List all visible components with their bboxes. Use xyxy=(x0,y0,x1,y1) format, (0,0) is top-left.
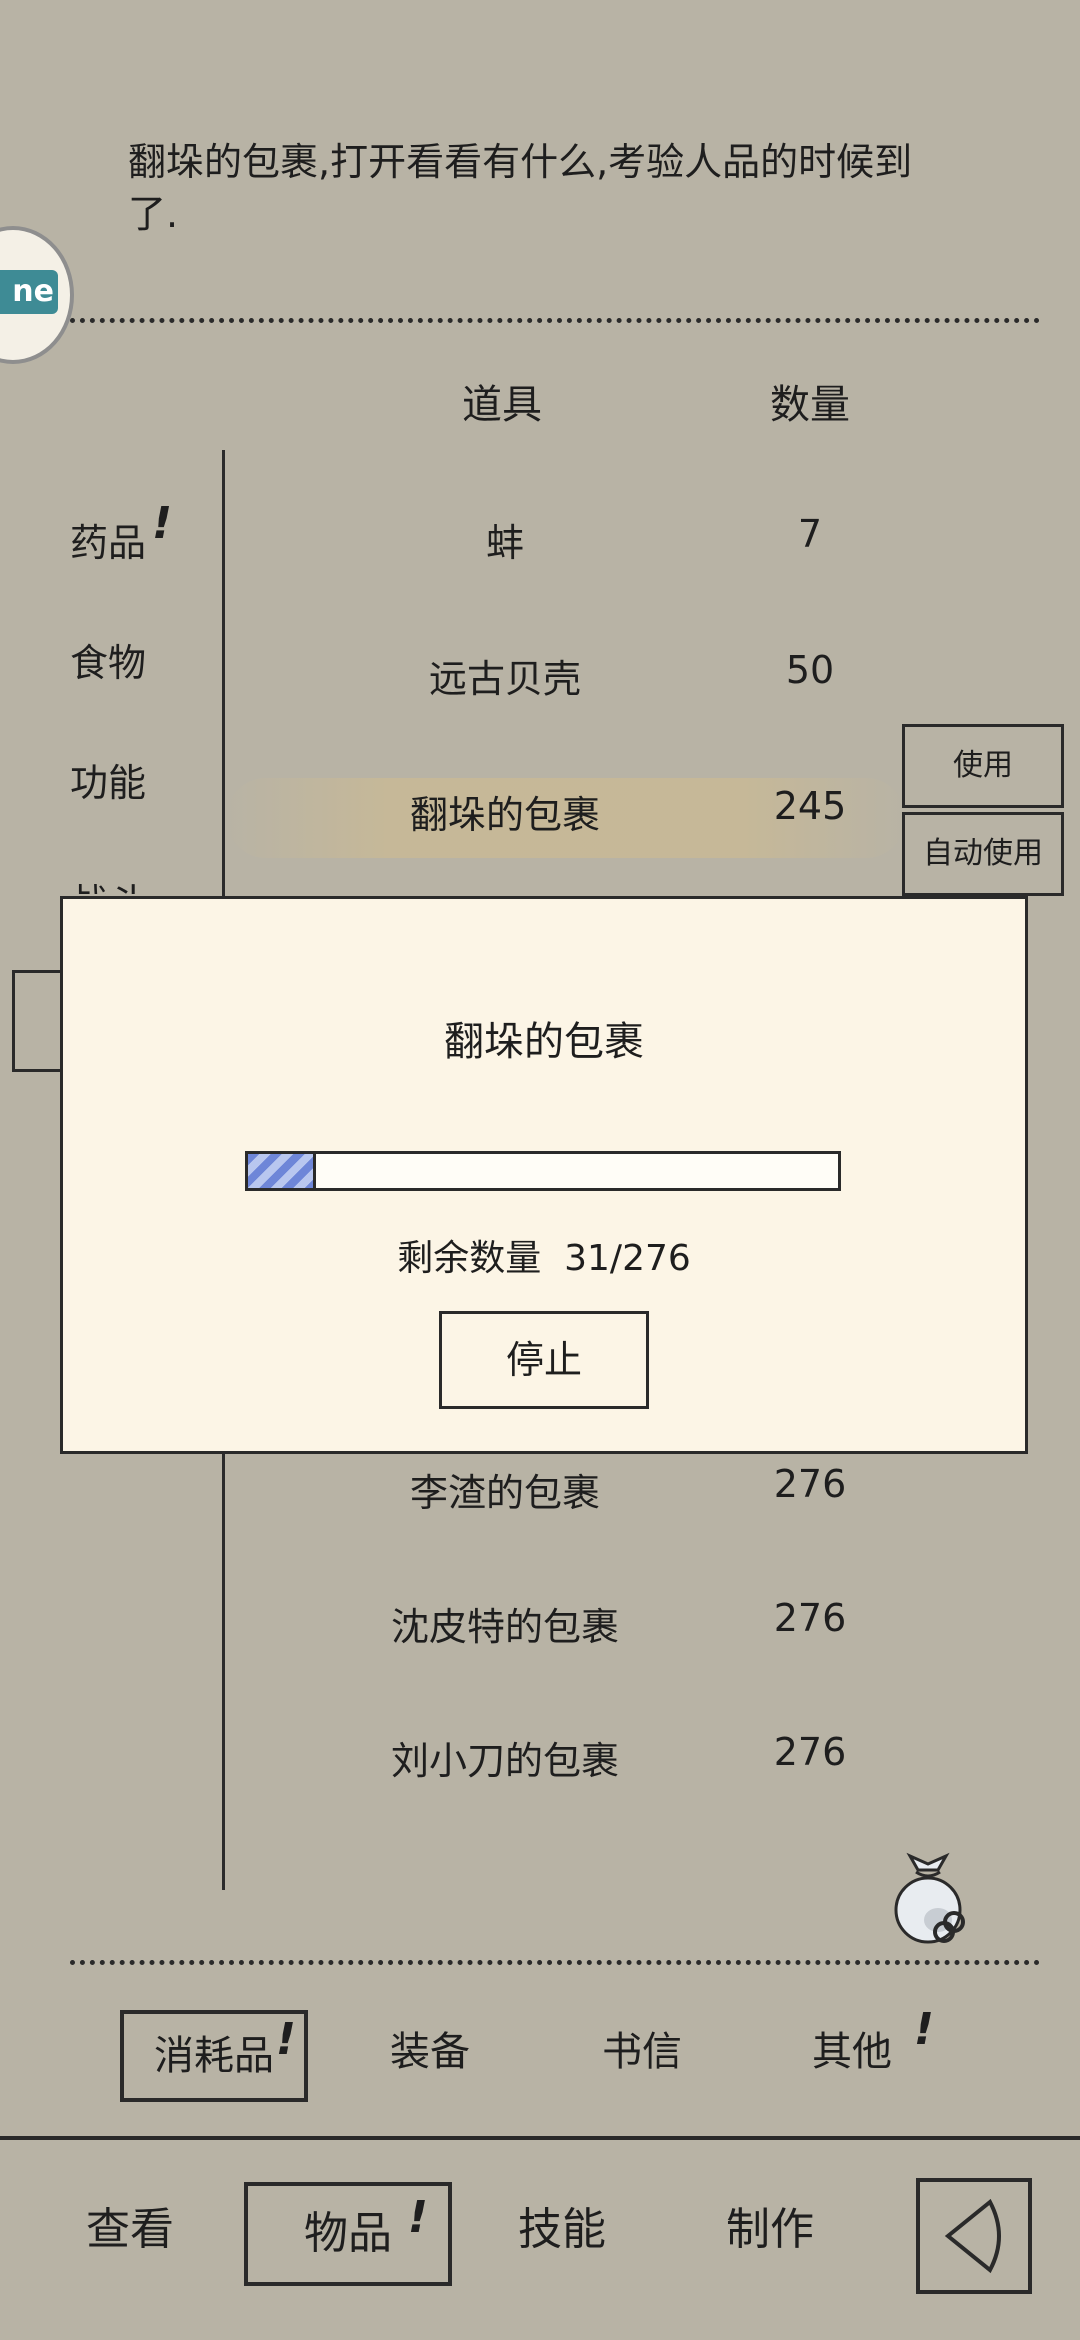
header-item: 道具 xyxy=(462,382,542,428)
item-qty: 276 xyxy=(773,1730,847,1774)
alert-badge: ! xyxy=(407,2192,428,2243)
category-function[interactable]: 功能 xyxy=(70,752,146,807)
header-qty: 数量 xyxy=(770,382,850,428)
nav-items[interactable]: 物品! xyxy=(244,2182,452,2286)
item-name[interactable]: 沈皮特的包裹 xyxy=(320,1596,690,1651)
item-description: 翻垛的包裹,打开看看有什么,考验人品的时候到了. xyxy=(128,140,913,236)
nav-craft[interactable]: 制作 xyxy=(670,2182,870,2278)
tab-consumables[interactable]: 消耗品! xyxy=(120,2010,308,2102)
use-button[interactable]: 使用 xyxy=(902,724,1064,808)
alert-badge: ! xyxy=(152,498,173,549)
item-name[interactable]: 刘小刀的包裹 xyxy=(320,1730,690,1785)
stop-button[interactable]: 停止 xyxy=(439,1311,649,1409)
item-qty: 276 xyxy=(773,1596,847,1640)
tab-label: 消耗品 xyxy=(154,2033,274,2079)
tab-equipment[interactable]: 装备 xyxy=(340,2010,520,2094)
item-name[interactable]: 李渣的包裹 xyxy=(320,1462,690,1517)
dialog-title: 翻垛的包裹 xyxy=(444,1019,644,1065)
progress-bar xyxy=(245,1151,841,1191)
auto-use-button[interactable]: 自动使用 xyxy=(902,812,1064,896)
divider-top xyxy=(70,318,1040,323)
tab-other[interactable]: 其他! xyxy=(762,2004,942,2094)
divider-bottom xyxy=(70,1960,1040,1965)
remaining-label: 剩余数量 xyxy=(397,1238,542,1279)
item-name[interactable]: 翻垛的包裹 xyxy=(320,784,690,839)
remaining-value: 31/276 xyxy=(564,1238,691,1279)
nav-label: 物品 xyxy=(304,2208,392,2259)
nav-view[interactable]: 查看 xyxy=(30,2182,230,2278)
back-button[interactable] xyxy=(916,2178,1032,2294)
item-qty: 50 xyxy=(785,648,835,692)
category-medicine[interactable]: 药品! xyxy=(70,498,172,567)
item-qty: 276 xyxy=(773,1462,847,1506)
item-name[interactable]: 蚌 xyxy=(320,512,690,567)
alert-badge: ! xyxy=(275,2014,296,2065)
tab-letters[interactable]: 书信 xyxy=(552,2010,732,2094)
category-food[interactable]: 食物 xyxy=(70,632,146,687)
nav-divider xyxy=(0,2136,1080,2140)
back-arrow-icon xyxy=(944,2198,1001,2274)
nav-skills[interactable]: 技能 xyxy=(462,2182,662,2278)
category-battle[interactable]: 战斗 xyxy=(70,872,146,894)
item-qty: 245 xyxy=(773,784,847,828)
alert-badge: ! xyxy=(913,2004,934,2055)
remaining-count: 剩余数量 31/276 xyxy=(63,1229,1025,1281)
open-progress-dialog: 翻垛的包裹 剩余数量 31/276 停止 xyxy=(60,896,1028,1454)
avatar-tag: ne xyxy=(0,270,58,314)
category-label: 药品 xyxy=(70,521,147,565)
bag-icon[interactable] xyxy=(888,1850,968,1950)
item-qty: 7 xyxy=(797,512,823,556)
item-name[interactable]: 远古贝壳 xyxy=(320,648,690,703)
tab-label: 其他 xyxy=(812,2029,892,2075)
progress-fill xyxy=(248,1154,316,1188)
